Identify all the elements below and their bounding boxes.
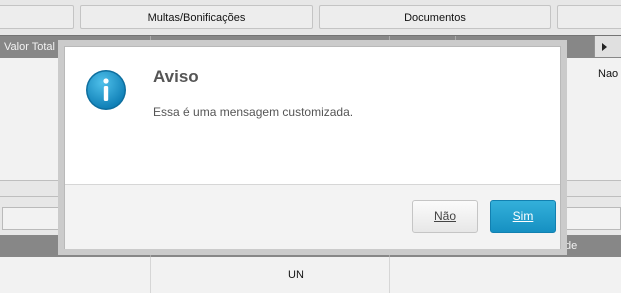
alert-dialog: Aviso Essa é uma mensagem customizada. N… bbox=[64, 46, 561, 249]
no-button[interactable]: Não bbox=[412, 200, 478, 233]
dialog-message: Essa é uma mensagem customizada. bbox=[153, 105, 354, 119]
info-icon bbox=[86, 70, 126, 110]
dialog-frame: Aviso Essa é uma mensagem customizada. N… bbox=[58, 40, 567, 255]
yes-button[interactable]: Sim bbox=[490, 200, 556, 233]
dialog-title: Aviso bbox=[153, 67, 199, 86]
dialog-footer: Não Sim bbox=[65, 184, 560, 249]
